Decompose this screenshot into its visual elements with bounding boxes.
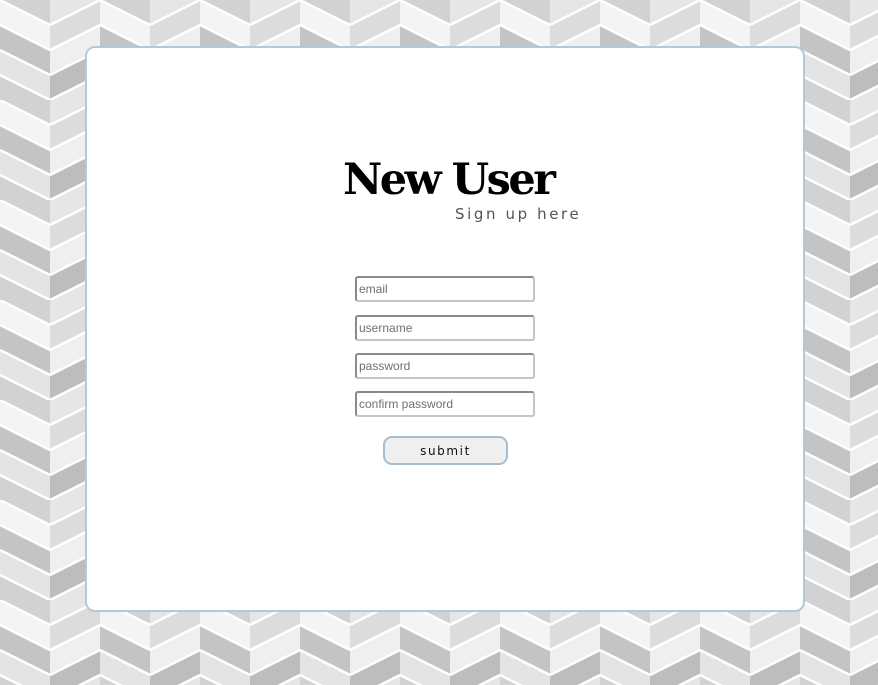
username-field[interactable] [355, 315, 535, 341]
page-title: New User [343, 155, 556, 205]
email-field[interactable] [355, 276, 535, 302]
signup-card: New User Sign up here submit [85, 46, 805, 612]
submit-button[interactable]: submit [383, 436, 508, 465]
page-subtitle: Sign up here [455, 205, 582, 223]
password-field[interactable] [355, 353, 535, 379]
confirm-password-field[interactable] [355, 391, 535, 417]
